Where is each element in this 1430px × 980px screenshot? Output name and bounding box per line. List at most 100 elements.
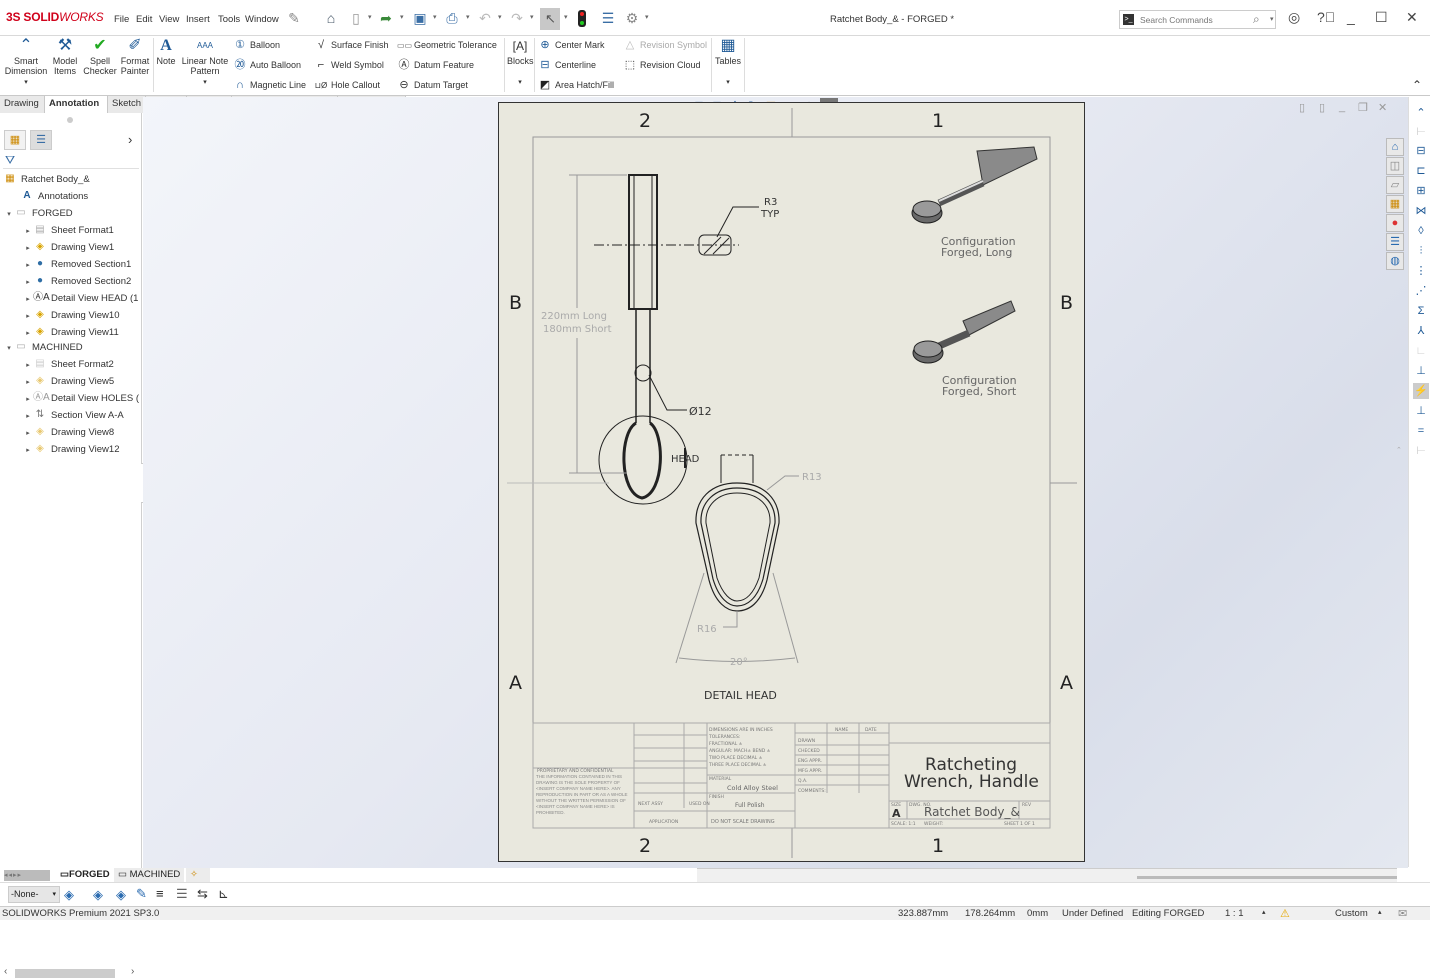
tree-item[interactable]: ▸ ◈ Drawing View1 bbox=[23, 240, 114, 256]
linear-note-pattern-button[interactable]: AAA Linear Note Pattern ▾ bbox=[180, 36, 230, 94]
print-icon[interactable]: ⎙ bbox=[444, 10, 460, 26]
maximize-button[interactable]: ☐ bbox=[1375, 9, 1388, 26]
dimension-icon[interactable]: ⊢ bbox=[1413, 443, 1429, 459]
task-pane-appearances-icon[interactable]: ● bbox=[1386, 214, 1404, 232]
revision-symbol-button[interactable]: △ Revision Symbol bbox=[623, 36, 707, 54]
scale-dropdown-icon[interactable]: ▴ bbox=[1262, 908, 1266, 916]
redo-icon[interactable]: ↷ bbox=[509, 10, 525, 26]
search-dropdown-icon[interactable]: ▾ bbox=[1270, 15, 1274, 23]
expand-arrow-icon[interactable]: ▸ bbox=[23, 224, 33, 240]
tree-sheet-machined[interactable]: ▾ ▭ MACHINED bbox=[4, 340, 82, 356]
angle-20-label[interactable]: 20° bbox=[730, 657, 748, 668]
isometric-view-long[interactable] bbox=[911, 146, 1038, 224]
property-manager-tab-icon[interactable]: ☰ bbox=[30, 130, 52, 150]
tile-right-icon[interactable]: ▯ bbox=[1319, 101, 1325, 114]
tree-item[interactable]: ▸ ⇅ Section View A-A bbox=[23, 408, 123, 425]
length-dimension-short[interactable]: 180mm Short bbox=[543, 324, 612, 335]
scroll-thumb[interactable] bbox=[1137, 876, 1397, 879]
add-sheet-button[interactable]: ✧ bbox=[186, 868, 210, 882]
open-icon[interactable]: ➦ bbox=[378, 10, 394, 26]
smart-dimension-button[interactable]: ⌃ Smart Dimension ▾ bbox=[4, 36, 48, 94]
tree-item[interactable]: ▸ ⒶADetail View HEAD (1 bbox=[23, 291, 138, 307]
line-thickness-icon[interactable]: ≡ bbox=[156, 886, 164, 901]
tab-sketch[interactable]: Sketch bbox=[108, 96, 146, 113]
tables-button[interactable]: ▦ Tables ▾ bbox=[714, 36, 742, 94]
ordinate-dimension-icon[interactable]: ⋈ bbox=[1413, 203, 1429, 219]
solidworks-logo[interactable]: 3S SOLIDWORKS bbox=[6, 10, 104, 24]
user-account-icon[interactable]: ◎ bbox=[1288, 9, 1300, 26]
doc-minimize-icon[interactable]: _ bbox=[1339, 101, 1345, 113]
units-dropdown-icon[interactable]: ▴ bbox=[1378, 908, 1382, 916]
color-display-mode-icon[interactable]: ⊾ bbox=[218, 886, 229, 902]
graphics-horizontal-scrollbar[interactable] bbox=[697, 868, 1397, 883]
note-button[interactable]: A Note bbox=[155, 36, 177, 94]
radius-r13-label[interactable]: R13 bbox=[802, 472, 822, 483]
line-color-icon[interactable]: ✎ bbox=[136, 886, 147, 902]
select-button[interactable]: ↖ bbox=[540, 8, 560, 30]
search-commands-input[interactable]: >_ Search Commands ⌕ ▾ bbox=[1119, 10, 1276, 29]
expand-arrow-icon[interactable]: ▸ bbox=[23, 292, 33, 308]
sheet-tab-machined[interactable]: ▭ MACHINED bbox=[114, 868, 185, 882]
select-dropdown-icon[interactable]: ▾ bbox=[564, 13, 568, 21]
minimize-button[interactable]: _ bbox=[1347, 9, 1355, 25]
vertical-dimension-icon[interactable]: ⊏ bbox=[1413, 163, 1429, 179]
geometric-tolerance-button[interactable]: ▭▭ Geometric Tolerance bbox=[397, 36, 497, 54]
home-icon[interactable]: ⌂ bbox=[323, 10, 339, 26]
expand-arrow-icon[interactable]: ▸ bbox=[23, 443, 33, 459]
tree-item[interactable]: ▸ ● Removed Section1 bbox=[23, 257, 131, 273]
ordinate-icon[interactable]: ⋮ bbox=[1413, 263, 1429, 279]
doc-close-icon[interactable]: ✕ bbox=[1378, 101, 1387, 114]
doc-restore-icon[interactable]: ❐ bbox=[1358, 101, 1368, 114]
detail-head-callout[interactable]: HEAD bbox=[671, 454, 700, 465]
line-style-icon[interactable]: ☰ bbox=[176, 886, 188, 902]
scroll-left-icon[interactable]: ‹ bbox=[4, 966, 7, 977]
options-dropdown-icon[interactable]: ▾ bbox=[645, 13, 649, 21]
model-items-button[interactable]: ⚒ Model Items bbox=[50, 36, 80, 94]
isometric-view-short[interactable] bbox=[912, 300, 1016, 364]
surface-finish-button[interactable]: √ Surface Finish bbox=[314, 36, 389, 54]
length-dimension-long[interactable]: 220mm Long bbox=[541, 311, 607, 322]
search-icon[interactable]: ⌕ bbox=[1253, 12, 1260, 27]
collapse-ribbon-icon[interactable]: ⌃ bbox=[1412, 78, 1422, 92]
unit-system[interactable]: Custom bbox=[1335, 908, 1368, 919]
datum-icon[interactable]: ⊥ bbox=[1413, 363, 1429, 379]
sheet-scale[interactable]: 1 : 1 bbox=[1225, 908, 1244, 919]
tree-item[interactable]: ▸ ● Removed Section2 bbox=[23, 274, 131, 290]
tree-item[interactable]: ▸ ◈ Drawing View8 bbox=[23, 425, 114, 441]
menu-edit[interactable]: Edit bbox=[136, 14, 152, 25]
hide-show-edges-icon[interactable]: ⇆ bbox=[197, 886, 208, 902]
sheet-navigation-arrows[interactable]: ◂◂▸▸ bbox=[4, 870, 50, 881]
expand-arrow-icon[interactable]: ▸ bbox=[23, 409, 33, 425]
datum-target-icon[interactable]: ⊥ bbox=[1413, 403, 1429, 419]
open-dropdown-icon[interactable]: ▾ bbox=[400, 13, 404, 21]
tree-item[interactable]: ▸ ◈ Drawing View11 bbox=[23, 325, 119, 341]
panel-splitter-handle[interactable] bbox=[67, 117, 73, 123]
smart-dimension-icon[interactable]: ⌃ bbox=[1413, 105, 1429, 121]
tab-drawing[interactable]: Drawing bbox=[0, 96, 45, 113]
collapse-arrow-icon[interactable]: ▾ bbox=[4, 207, 14, 223]
expand-arrow-icon[interactable]: ▸ bbox=[23, 275, 33, 291]
close-button[interactable]: ✕ bbox=[1406, 9, 1418, 26]
layer-visibility-icon[interactable]: ◈ bbox=[116, 887, 126, 903]
balloon-stack-icon[interactable]: Σ bbox=[1413, 303, 1429, 319]
detail-view-head[interactable] bbox=[695, 454, 780, 612]
tree-item[interactable]: ▸ ◈ Drawing View10 bbox=[23, 308, 119, 324]
scroll-thumb[interactable] bbox=[15, 969, 115, 978]
task-pane-scroll-up-icon[interactable]: ⌃ bbox=[1396, 446, 1402, 454]
save-icon[interactable]: ▣ bbox=[412, 10, 428, 26]
balloon-button[interactable]: ① Balloon bbox=[233, 36, 306, 54]
equals-icon[interactable]: = bbox=[1413, 423, 1429, 439]
expand-arrow-icon[interactable]: ▸ bbox=[23, 426, 33, 442]
fillet-icon[interactable]: ⅄ bbox=[1413, 323, 1429, 339]
tree-item[interactable]: ▸ ◈ Drawing View5 bbox=[23, 374, 114, 390]
new-document-icon[interactable]: ▯ bbox=[348, 10, 364, 26]
magnetic-line-button[interactable]: ∩ Magnetic Line bbox=[233, 76, 306, 94]
hole-callout-button[interactable]: ⊔Ø Hole Callout bbox=[314, 76, 389, 94]
layer-select[interactable]: -None- ▾ bbox=[8, 886, 60, 903]
path-length-icon[interactable]: ⫶ bbox=[1413, 243, 1429, 259]
rebuild-icon[interactable] bbox=[578, 10, 586, 27]
area-hatch-fill-button[interactable]: ◩ Area Hatch/Fill bbox=[538, 76, 614, 94]
task-pane-home-icon[interactable]: ⌂ bbox=[1386, 138, 1404, 156]
save-dropdown-icon[interactable]: ▾ bbox=[433, 13, 437, 21]
task-pane-view-palette-icon[interactable]: ▦ bbox=[1386, 195, 1404, 213]
